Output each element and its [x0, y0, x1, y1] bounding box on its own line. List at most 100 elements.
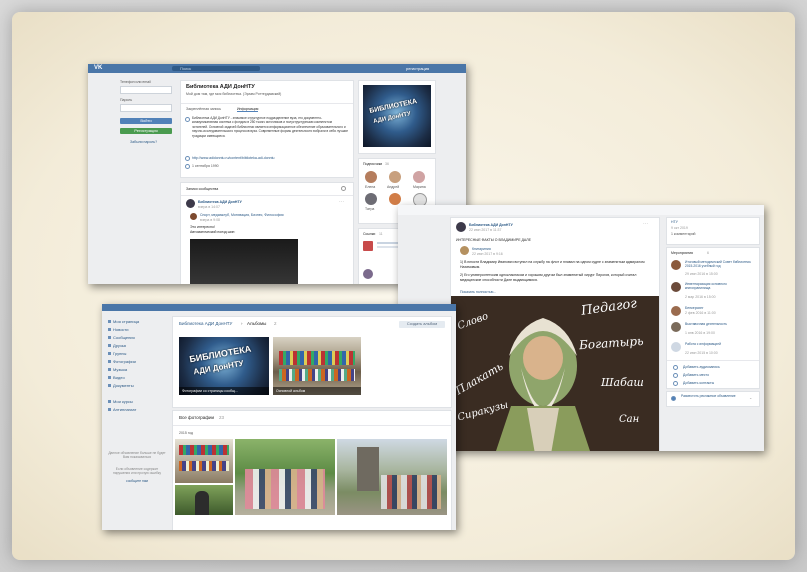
- password-label: Пароль: [120, 98, 133, 102]
- breadcrumb-separator: ›: [241, 321, 243, 326]
- photo-thumb[interactable]: [175, 439, 233, 483]
- repost-author[interactable]: Спорт, медиаклуб, Мотивация, Бизнес, Фил…: [200, 213, 283, 217]
- more-icon[interactable]: ···: [643, 221, 648, 227]
- album-cover-2[interactable]: Основной альбом: [273, 337, 361, 395]
- menu-label: Видео: [113, 375, 125, 380]
- links-label[interactable]: Ссылки: [363, 232, 375, 236]
- group-title: Библиотека АДИ ДонНТУ: [186, 84, 255, 90]
- apps-icon: [108, 408, 111, 412]
- more-icon[interactable]: ···: [339, 199, 344, 205]
- photo-thumb[interactable]: [175, 485, 233, 515]
- event-title[interactable]: Инвентаризация основного книгохранилища: [685, 282, 741, 290]
- post-card: Библиотека АДИ ДонНТУ 22 июн 2017 в 11:3…: [450, 217, 660, 451]
- password-input[interactable]: [120, 104, 172, 112]
- search-input[interactable]: Поиск: [172, 66, 260, 71]
- menu-friends[interactable]: Друзья: [108, 343, 126, 348]
- menu-label: Фотографии: [113, 359, 136, 364]
- outer-frame: VK Поиск регистрация Телефон или email П…: [0, 0, 807, 572]
- link-thumb[interactable]: [363, 269, 373, 279]
- menu-antiplagiat[interactable]: Антиплагиат: [108, 407, 136, 412]
- calendar-icon: [185, 164, 190, 169]
- groups-icon: [108, 352, 111, 356]
- all-photos-card: Все фотографии 23 2015 год: [172, 410, 452, 530]
- report-link[interactable]: сообщите нам: [108, 479, 166, 483]
- wall-title: Записи сообщества: [186, 187, 219, 191]
- megaphone-icon: [671, 396, 676, 401]
- album-caption: Основной альбом: [276, 389, 306, 393]
- forgot-password-link[interactable]: Забыли пароль?: [130, 140, 157, 144]
- album-cover-1[interactable]: БИБЛИОТЕКА АДИ ДонНТУ Фотографии со стра…: [179, 337, 269, 395]
- menu-messages[interactable]: Сообщения: [108, 335, 135, 340]
- chevron-down-icon[interactable]: ⌄: [749, 395, 752, 400]
- menu-news[interactable]: Новости: [108, 327, 128, 332]
- word-7: Сан: [619, 414, 640, 425]
- add-place-link[interactable]: Добавить место: [683, 373, 709, 377]
- menu-music[interactable]: Музыка: [108, 367, 127, 372]
- event-title[interactable]: Бенкерсинг: [685, 306, 704, 310]
- group-avatar-card: БИБЛИОТЕКА АДИ ДонНТУ: [358, 80, 436, 154]
- register-link[interactable]: регистрация: [406, 66, 429, 71]
- dal-portrait-image[interactable]: Педагог Богатырь Шабаш Слово Сиракузы Пл…: [451, 296, 659, 451]
- music-icon: [108, 368, 111, 372]
- login-button[interactable]: Войти: [120, 118, 172, 124]
- tab-info[interactable]: Информация: [237, 107, 259, 112]
- post-video-image[interactable]: [190, 239, 298, 284]
- event-thumb[interactable]: [671, 322, 681, 332]
- event-title[interactable]: Работа с информацией: [685, 342, 735, 346]
- subscribers-label[interactable]: Подписчики: [363, 162, 382, 166]
- search-icon[interactable]: [341, 186, 346, 191]
- show-more-link[interactable]: Показать полностью...: [460, 290, 496, 294]
- photo-thumb[interactable]: [235, 439, 335, 515]
- subscriber-avatar[interactable]: [413, 171, 425, 183]
- menu-photos[interactable]: Фотографии: [108, 359, 136, 364]
- event-title[interactable]: Выставочная деятельность: [685, 322, 735, 326]
- subscriber-avatar[interactable]: [389, 171, 401, 183]
- events-card: Мероприятия 6 Итоговый методический Сове…: [666, 247, 760, 389]
- shelf-books: [179, 461, 229, 471]
- post-avatar[interactable]: [456, 222, 466, 232]
- repost-avatar[interactable]: [190, 213, 197, 220]
- links-count: 11: [379, 232, 383, 236]
- place-icon: [673, 373, 678, 378]
- menu-my-page[interactable]: Моя страница: [108, 319, 139, 324]
- subscriber-avatar[interactable]: [389, 193, 401, 205]
- subscriber-avatar[interactable]: [365, 193, 377, 205]
- event-thumb[interactable]: [671, 282, 681, 292]
- post-author[interactable]: Библиотека АДИ ДонНТУ: [198, 200, 242, 204]
- top-right-line-1[interactable]: НТУ: [671, 220, 678, 224]
- contacts-icon: [673, 381, 678, 386]
- event-thumb[interactable]: [671, 342, 681, 352]
- top-right-line-3: 1 комментарий: [671, 232, 696, 236]
- menu-groups[interactable]: Группы: [108, 351, 126, 356]
- post-author[interactable]: Библиотека АДИ ДонНТУ: [469, 223, 513, 227]
- create-album-button[interactable]: Создать альбом: [399, 321, 445, 328]
- add-audio-link[interactable]: Добавить аудиозапись: [683, 365, 720, 369]
- ad-button[interactable]: Разместить рекламное объявление: [681, 394, 745, 398]
- event-title[interactable]: Итоговый методический Совет библиотеки. …: [685, 260, 757, 268]
- repost-avatar[interactable]: [460, 246, 469, 255]
- wall-card: Записи сообщества Библиотека АДИ ДонНТУ …: [180, 182, 354, 284]
- group-avatar-image[interactable]: БИБЛИОТЕКА АДИ ДонНТУ: [363, 85, 431, 147]
- subscriber-avatar[interactable]: [365, 171, 377, 183]
- photo-thumb[interactable]: [337, 439, 447, 515]
- menu-video[interactable]: Видео: [108, 375, 125, 380]
- menu-courses[interactable]: Мои курсы: [108, 399, 133, 404]
- event-thumb[interactable]: [671, 260, 681, 270]
- register-button[interactable]: Регистрация: [120, 128, 172, 134]
- phone-input[interactable]: [120, 86, 172, 94]
- post-avatar[interactable]: [186, 199, 195, 208]
- tab-pinned[interactable]: Закреплённая запись: [186, 107, 221, 111]
- add-contacts-link[interactable]: Добавить контакты: [683, 381, 714, 385]
- subscriber-name: Марина: [413, 185, 426, 189]
- group-site-link[interactable]: http://www.adidonntu.ru/content/bibliote…: [192, 156, 275, 160]
- event-date: 29 июн 2016 в 15:00: [685, 272, 718, 276]
- events-label[interactable]: Мероприятия: [671, 251, 693, 255]
- link-thumb[interactable]: [363, 241, 373, 251]
- post-date: вчера в 14:07: [198, 205, 220, 209]
- vk-logo[interactable]: VK: [94, 65, 102, 71]
- menu-documents[interactable]: Документы: [108, 383, 134, 388]
- menu-label: Антиплагиат: [113, 407, 137, 412]
- repost-author[interactable]: Книгариния: [472, 247, 491, 251]
- breadcrumb-group[interactable]: Библиотека АДИ ДонНТУ: [179, 321, 232, 326]
- event-thumb[interactable]: [671, 306, 681, 316]
